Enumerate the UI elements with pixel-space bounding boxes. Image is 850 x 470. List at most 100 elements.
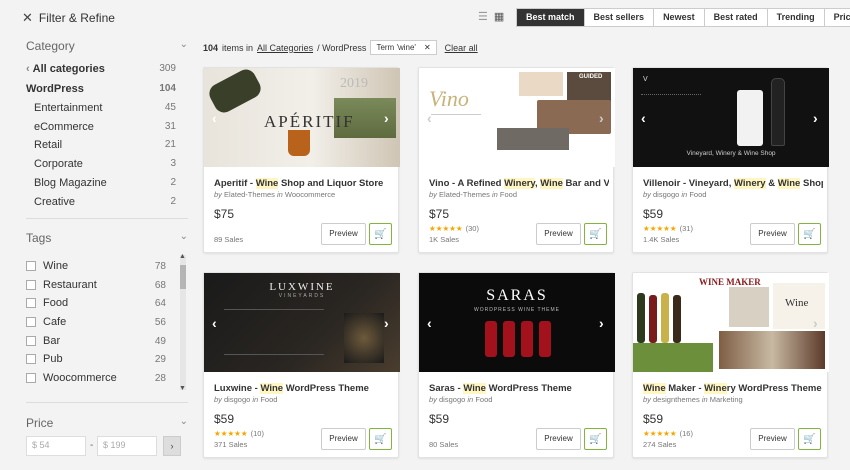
price-min-input[interactable]: $ 54	[26, 436, 86, 456]
tag-item-wine[interactable]: Wine 78	[26, 260, 166, 272]
add-to-cart-button[interactable]: 🛒	[798, 223, 821, 245]
breadcrumb-all-categories[interactable]: All Categories	[257, 43, 313, 53]
remove-term-icon[interactable]: ✕	[424, 43, 431, 52]
product-card[interactable]: Vino GUIDED ‹ › Vino - A Refined Winery,…	[418, 67, 615, 253]
next-slide-icon[interactable]: ›	[813, 110, 818, 126]
checkbox[interactable]	[26, 354, 36, 364]
author-link[interactable]: disgogo	[439, 395, 465, 404]
product-title[interactable]: Wine Maker - Winery WordPress Theme	[643, 383, 823, 394]
product-card[interactable]: SARAS WORDPRESS WINE THEME ‹ › Saras - W…	[418, 272, 615, 458]
preview-button[interactable]: Preview	[536, 223, 581, 245]
checkbox[interactable]	[26, 298, 36, 308]
product-thumbnail[interactable]: WINE MAKER Wine ›	[633, 273, 829, 372]
chevron-down-icon[interactable]: ⌄	[180, 231, 188, 245]
chevron-down-icon[interactable]: ⌄	[180, 39, 188, 53]
next-slide-icon[interactable]: ›	[384, 315, 389, 331]
sort-best-sellers[interactable]: Best sellers	[585, 9, 655, 26]
preview-button[interactable]: Preview	[536, 428, 581, 450]
prev-slide-icon[interactable]: ‹	[427, 315, 432, 331]
author-link[interactable]: Elated-Themes	[439, 190, 490, 199]
add-to-cart-button[interactable]: 🛒	[369, 223, 392, 245]
product-title[interactable]: Aperitif - Wine Shop and Liquor Store	[214, 178, 394, 189]
price-max-input[interactable]: $ 199	[97, 436, 157, 456]
category-link[interactable]: Marketing	[710, 395, 743, 404]
filter-header[interactable]: ✕ Filter & Refine	[22, 10, 115, 26]
category-link[interactable]: Woocommerce	[285, 190, 335, 199]
sort-best-match[interactable]: Best match	[517, 9, 585, 26]
clear-all-link[interactable]: Clear all	[445, 43, 478, 53]
checkbox[interactable]	[26, 336, 36, 346]
author-link[interactable]: Elated-Themes	[224, 190, 275, 199]
product-thumbnail[interactable]: V Vineyard, Winery & Wine Shop ‹ ›	[633, 68, 829, 167]
preview-button[interactable]: Preview	[750, 428, 795, 450]
next-slide-icon[interactable]: ›	[599, 110, 604, 126]
add-to-cart-button[interactable]: 🛒	[369, 428, 392, 450]
price-section-header[interactable]: Price ⌄	[26, 416, 188, 430]
tags-section-header[interactable]: Tags ⌄	[26, 231, 188, 245]
checkbox[interactable]	[26, 373, 36, 383]
chevron-down-icon[interactable]: ⌄	[180, 416, 188, 430]
grid-view-icon[interactable]: ▦	[494, 10, 504, 23]
tag-item-food[interactable]: Food 64	[26, 297, 166, 309]
prev-slide-icon[interactable]: ‹	[212, 315, 217, 331]
price-apply-button[interactable]: ›	[163, 436, 181, 456]
product-thumbnail[interactable]: LUXWINE VINEYARDS ‹ ›	[204, 273, 400, 372]
tag-item-bar[interactable]: Bar 49	[26, 335, 166, 347]
prev-slide-icon[interactable]: ‹	[641, 110, 646, 126]
scroll-down-icon[interactable]: ▼	[179, 385, 186, 392]
author-link[interactable]: disgogo	[653, 190, 679, 199]
add-to-cart-button[interactable]: 🛒	[584, 223, 607, 245]
category-item-retail[interactable]: Retail 21	[34, 139, 176, 151]
author-link[interactable]: designthemes	[653, 395, 700, 404]
sort-newest[interactable]: Newest	[654, 9, 705, 26]
category-item-corporate[interactable]: Corporate 3	[34, 158, 176, 170]
scroll-up-icon[interactable]: ▲	[179, 253, 186, 260]
category-link[interactable]: Food	[260, 395, 277, 404]
next-slide-icon[interactable]: ›	[384, 110, 389, 126]
tag-item-cafe[interactable]: Cafe 56	[26, 316, 166, 328]
next-slide-icon[interactable]: ›	[813, 315, 818, 331]
sort-trending[interactable]: Trending	[768, 9, 825, 26]
product-thumbnail[interactable]: APÉRITIF 2019 ‹ ›	[204, 68, 400, 167]
tag-item-woocommerce[interactable]: Woocommerce 28	[26, 372, 166, 384]
prev-slide-icon[interactable]: ‹	[427, 110, 432, 126]
add-to-cart-button[interactable]: 🛒	[584, 428, 607, 450]
prev-slide-icon[interactable]: ‹	[212, 110, 217, 126]
category-item-ecommerce[interactable]: eCommerce 31	[34, 121, 176, 133]
product-title[interactable]: Vino - A Refined Winery, Wine Bar and Vi…	[429, 178, 609, 189]
product-title[interactable]: Saras - Wine WordPress Theme	[429, 383, 609, 394]
close-icon[interactable]: ✕	[22, 10, 33, 26]
tag-item-pub[interactable]: Pub 29	[26, 353, 166, 365]
product-thumbnail[interactable]: Vino GUIDED ‹ ›	[419, 68, 615, 167]
product-card[interactable]: V Vineyard, Winery & Wine Shop ‹ › Ville…	[632, 67, 829, 253]
category-link[interactable]: Food	[689, 190, 706, 199]
product-thumbnail[interactable]: SARAS WORDPRESS WINE THEME ‹ ›	[419, 273, 615, 372]
preview-button[interactable]: Preview	[321, 223, 366, 245]
tags-scrollbar[interactable]: ▲ ▼	[179, 253, 186, 392]
sort-best-rated[interactable]: Best rated	[705, 9, 768, 26]
category-section-header[interactable]: Category ⌄	[26, 39, 188, 53]
product-title[interactable]: Villenoir - Vineyard, Winery & Wine Shop	[643, 178, 823, 189]
add-to-cart-button[interactable]: 🛒	[798, 428, 821, 450]
category-link[interactable]: Food	[500, 190, 517, 199]
product-title[interactable]: Luxwine - Wine WordPress Theme	[214, 383, 394, 394]
checkbox[interactable]	[26, 280, 36, 290]
next-slide-icon[interactable]: ›	[599, 315, 604, 331]
category-item-creative[interactable]: Creative 2	[34, 196, 176, 208]
category-link[interactable]: Food	[475, 395, 492, 404]
category-item-entertainment[interactable]: Entertainment 45	[34, 102, 176, 114]
scrollbar-thumb[interactable]	[180, 265, 186, 289]
checkbox[interactable]	[26, 261, 36, 271]
sort-price[interactable]: Price ⇵	[825, 9, 850, 26]
product-card[interactable]: WINE MAKER Wine › Wine Maker - Winery Wo…	[632, 272, 829, 458]
product-card[interactable]: LUXWINE VINEYARDS ‹ › Luxwine - Wine Wor…	[203, 272, 400, 458]
list-view-icon[interactable]: ☰	[478, 10, 488, 23]
all-categories-link[interactable]: ‹ All categories 309	[26, 63, 176, 75]
category-item-blog-magazine[interactable]: Blog Magazine 2	[34, 177, 176, 189]
author-link[interactable]: disgogo	[224, 395, 250, 404]
product-card[interactable]: APÉRITIF 2019 ‹ › Aperitif - Wine Shop a…	[203, 67, 400, 253]
tag-item-restaurant[interactable]: Restaurant 68	[26, 279, 166, 291]
preview-button[interactable]: Preview	[321, 428, 366, 450]
checkbox[interactable]	[26, 317, 36, 327]
category-item-wordpress[interactable]: WordPress 104	[26, 83, 176, 95]
